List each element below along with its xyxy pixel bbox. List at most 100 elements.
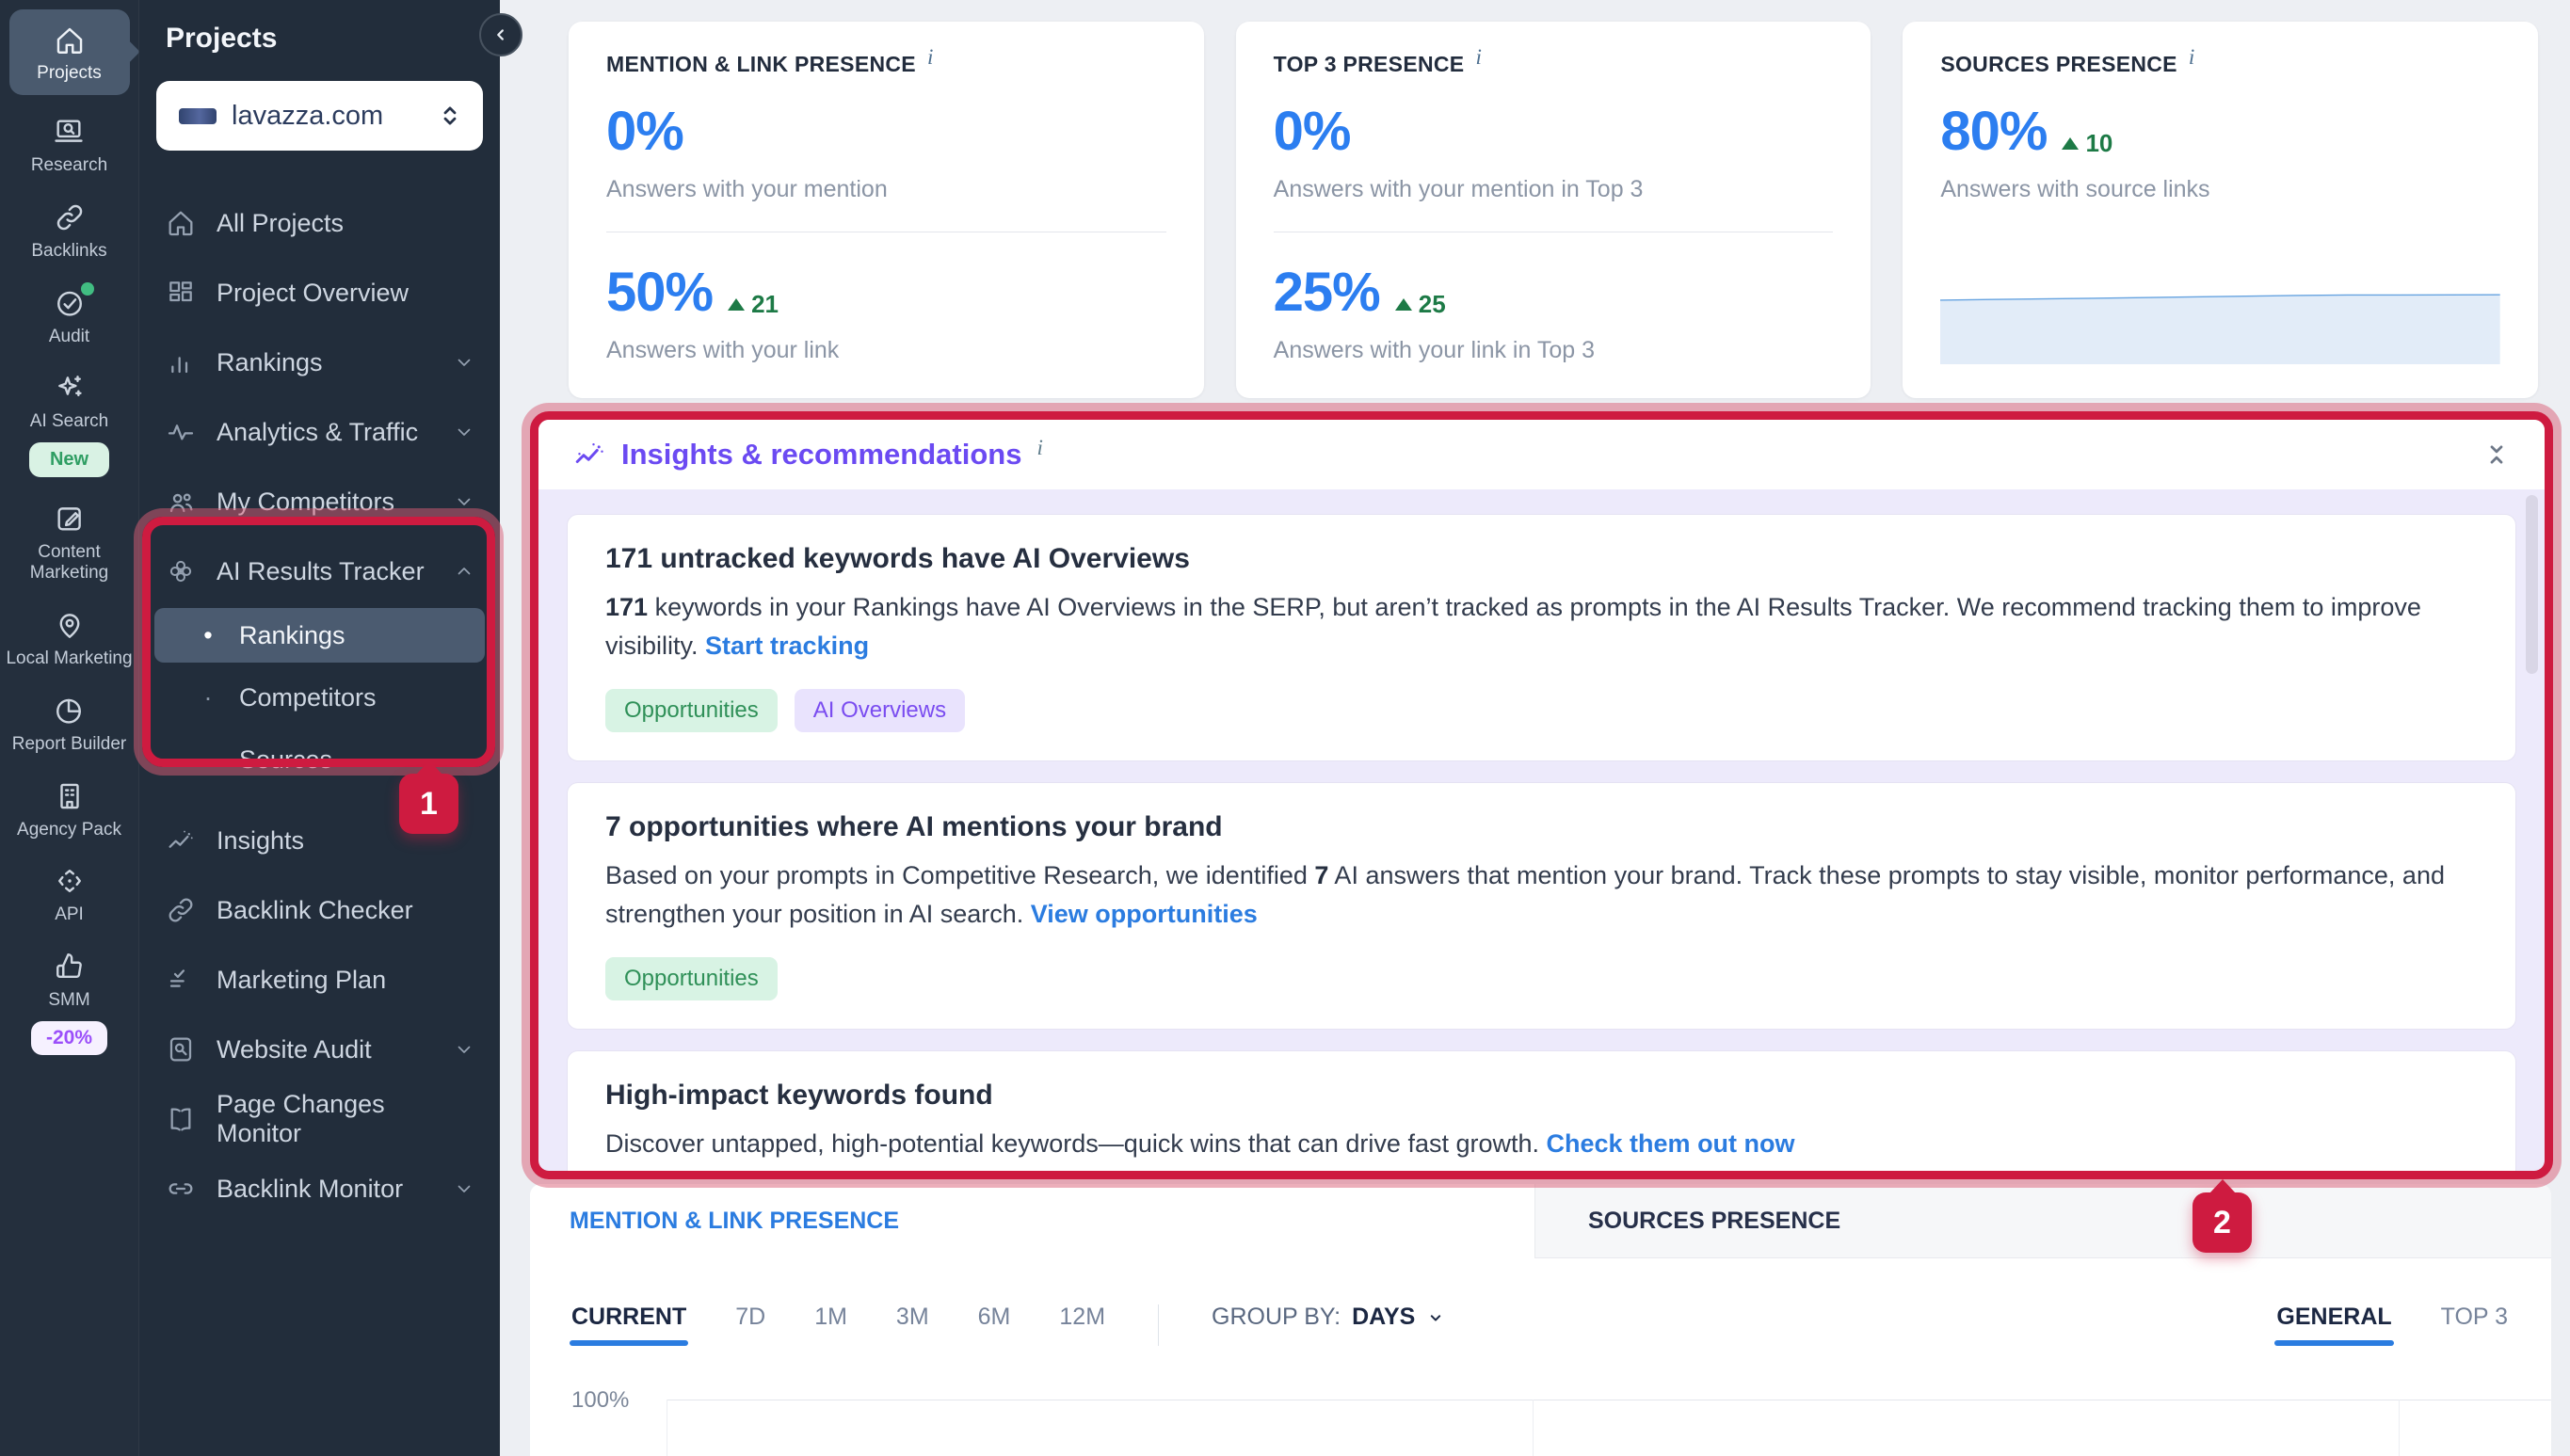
sidebar-item-ai-search[interactable]: AI Search New [29, 372, 109, 477]
range-7d[interactable]: 7D [735, 1304, 765, 1346]
ai-tracker-icon [166, 556, 196, 586]
submenu-item-competitors[interactable]: · Competitors [154, 670, 485, 725]
group-by-dropdown[interactable]: GROUP BY: DAYS [1212, 1304, 1445, 1331]
menu-item-ai-results-tracker[interactable]: AI Results Tracker [139, 536, 500, 606]
start-tracking-link[interactable]: Start tracking [705, 632, 869, 660]
chevron-left-icon [490, 24, 511, 45]
pie-chart-icon [53, 695, 85, 727]
sidebar-item-local-marketing[interactable]: Local Marketing [6, 609, 132, 669]
home-icon [166, 208, 196, 238]
chevron-down-icon [453, 351, 475, 374]
trend-sparkle-icon [166, 825, 196, 856]
range-12m[interactable]: 12M [1059, 1304, 1105, 1346]
sidebar-item-backlinks[interactable]: Backlinks [31, 201, 106, 262]
metric-value: 25% [1274, 261, 1380, 324]
menu-item-page-changes-monitor[interactable]: Page Changes Monitor [139, 1084, 500, 1154]
range-3m[interactable]: 3M [896, 1304, 929, 1346]
insights-recommendations-section: Insights & recommendations i 171 untrack… [530, 411, 2553, 1179]
metric-label: Answers with source links [1940, 176, 2500, 203]
chart-tabs: MENTION & LINK PRESENCE SOURCES PRESENCE [530, 1184, 2551, 1258]
sidebar-item-projects[interactable]: Projects [9, 9, 130, 95]
project-menu: All Projects Project Overview Rankings A… [139, 188, 500, 1224]
sidebar-item-api[interactable]: API [54, 865, 86, 925]
sidebar-item-audit[interactable]: Audit [49, 287, 89, 347]
info-icon[interactable]: i [1036, 436, 1042, 460]
sidebar-item-report-builder[interactable]: Report Builder [12, 695, 126, 755]
gridline-vertical [1533, 1400, 1534, 1456]
insights-header: Insights & recommendations i [538, 420, 2545, 489]
sidebar-item-research[interactable]: Research [31, 116, 107, 176]
menu-item-all-projects[interactable]: All Projects [139, 188, 500, 258]
submenu-item-label: Competitors [239, 683, 377, 712]
submenu-item-sources[interactable]: · Sources [154, 732, 485, 787]
delta-up: 10 [2062, 129, 2112, 158]
range-6m[interactable]: 6M [978, 1304, 1011, 1346]
home-icon [54, 24, 86, 56]
menu-item-backlink-monitor[interactable]: Backlink Monitor [139, 1154, 500, 1224]
link-oval-icon [166, 1174, 196, 1204]
insight-card-brand-mentions: 7 opportunities where AI mentions your b… [567, 782, 2516, 1030]
gridline-vertical [2399, 1400, 2400, 1456]
info-icon[interactable]: i [927, 45, 933, 70]
range-1m[interactable]: 1M [814, 1304, 847, 1346]
book-open-icon [166, 1104, 196, 1134]
chart-controls: CURRENT 7D 1M 3M 6M 12M GROUP BY: DAYS G… [530, 1258, 2551, 1346]
menu-item-my-competitors[interactable]: My Competitors [139, 467, 500, 536]
research-icon [53, 116, 85, 148]
opportunities-tag[interactable]: Opportunities [605, 689, 778, 732]
menu-item-analytics-traffic[interactable]: Analytics & Traffic [139, 397, 500, 467]
menu-item-label: Marketing Plan [217, 966, 386, 995]
collapse-icon[interactable] [2482, 440, 2511, 469]
sidebar-collapse-button[interactable] [479, 13, 522, 56]
view-opportunities-link[interactable]: View opportunities [1031, 900, 1258, 928]
menu-item-label: Project Overview [217, 279, 409, 308]
menu-item-label: Website Audit [217, 1035, 372, 1064]
menu-item-backlink-checker[interactable]: Backlink Checker [139, 875, 500, 945]
edit-square-icon [54, 503, 86, 535]
submenu-item-rankings[interactable]: • Rankings [154, 608, 485, 663]
metric-label: Answers with your mention in Top 3 [1274, 176, 1834, 203]
project-selector[interactable]: lavazza.com [156, 81, 483, 151]
left-icon-rail: Projects Research Backlinks Audit AI Sea… [0, 0, 139, 1456]
y-axis-label: 100% [571, 1387, 629, 1414]
triangle-up-icon [2062, 137, 2079, 150]
insight-body: Discover untapped, high-potential keywor… [605, 1125, 2478, 1163]
menu-item-label: My Competitors [217, 488, 394, 517]
tab-sources-presence[interactable]: SOURCES PRESENCE [1534, 1184, 2551, 1258]
info-icon[interactable]: i [1475, 45, 1481, 70]
metric-value: 0% [606, 100, 683, 163]
chevron-down-icon [453, 1038, 475, 1061]
ai-overviews-tag[interactable]: AI Overviews [795, 689, 965, 732]
sidebar-item-smm[interactable]: SMM -20% [31, 951, 107, 1055]
presence-chart-panel: MENTION & LINK PRESENCE SOURCES PRESENCE… [530, 1184, 2551, 1456]
range-current[interactable]: CURRENT [571, 1304, 686, 1346]
chevron-down-icon [1426, 1308, 1445, 1327]
chevron-down-icon [453, 421, 475, 443]
menu-item-project-overview[interactable]: Project Overview [139, 258, 500, 328]
view-tabs: GENERAL TOP 3 [2276, 1304, 2508, 1346]
menu-item-rankings[interactable]: Rankings [139, 328, 500, 397]
info-icon[interactable]: i [2189, 45, 2194, 70]
sidebar-item-label: Projects [37, 63, 102, 84]
bullet-icon: • [201, 621, 215, 650]
tab-mention-link-presence[interactable]: MENTION & LINK PRESENCE [530, 1184, 1534, 1258]
scrollbar-thumb[interactable] [2526, 495, 2538, 674]
submenu-item-label: Rankings [239, 621, 345, 650]
insight-title: 171 untracked keywords have AI Overviews [605, 543, 2478, 575]
menu-item-marketing-plan[interactable]: Marketing Plan [139, 945, 500, 1015]
chevron-updown-icon [436, 102, 464, 130]
opportunities-tag[interactable]: Opportunities [605, 957, 778, 1000]
tab-general[interactable]: GENERAL [2276, 1304, 2391, 1346]
metric-label: Answers with your link in Top 3 [1274, 337, 1834, 364]
sidebar-item-content-marketing[interactable]: Content Marketing [0, 503, 138, 584]
link-icon [166, 895, 196, 925]
tab-top3[interactable]: TOP 3 [2441, 1304, 2508, 1346]
new-badge: New [29, 442, 109, 477]
sidebar-item-agency-pack[interactable]: Agency Pack [17, 780, 121, 840]
panel-title: Projects [139, 0, 500, 55]
check-them-out-link[interactable]: Check them out now [1547, 1129, 1795, 1158]
triangle-up-icon [1395, 298, 1412, 311]
menu-item-insights[interactable]: Insights [139, 806, 500, 875]
metric-label: Answers with your mention [606, 176, 1166, 203]
menu-item-website-audit[interactable]: Website Audit [139, 1015, 500, 1084]
